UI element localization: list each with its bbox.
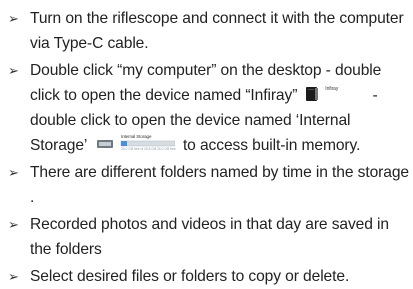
arrow-bullet-icon: ➢ [8,165,19,180]
arrow-bullet-icon: ➢ [8,63,19,78]
step-recorded-text: Recorded photos and videos in that day a… [30,216,389,258]
step-connect: ➢ Turn on the riflescope and connect it … [0,6,409,56]
internal-storage-icon: Internal Storage 26.0 GB free of 28.8 GB … [96,134,176,151]
step-open-device-text: Double click “my computer” on the deskto… [30,62,382,104]
step-recorded: ➢ Recorded photos and videos in that day… [0,212,409,262]
instruction-list: ➢ Turn on the riflescope and connect it … [0,6,409,289]
arrow-bullet-icon: ➢ [8,217,19,232]
portable-device-icon [303,86,321,102]
step-select: ➢ Select desired files or folders to cop… [0,264,409,289]
step-connect-text: Turn on the riflescope and connect it wi… [30,10,404,52]
arrow-bullet-icon: ➢ [8,269,19,284]
step-folders: ➢ There are different folders named by t… [0,160,409,210]
instructions-page: ➢ Turn on the riflescope and connect it … [0,0,413,289]
step-open-device: ➢ Double click “my computer” on the desk… [0,58,409,158]
device-label: Infiray [325,86,339,92]
step-access-memory-text: to access built-in memory. [182,137,361,154]
arrow-bullet-icon: ➢ [8,11,19,26]
step-select-text: Select desired files or folders to copy … [30,268,350,285]
step-folders-text: There are different folders named by tim… [30,164,409,206]
storage-capacity-text: 26.0 GB free of 28.8 GB 26.0 GB free [120,147,176,151]
storage-label: Internal Storage [120,134,152,139]
